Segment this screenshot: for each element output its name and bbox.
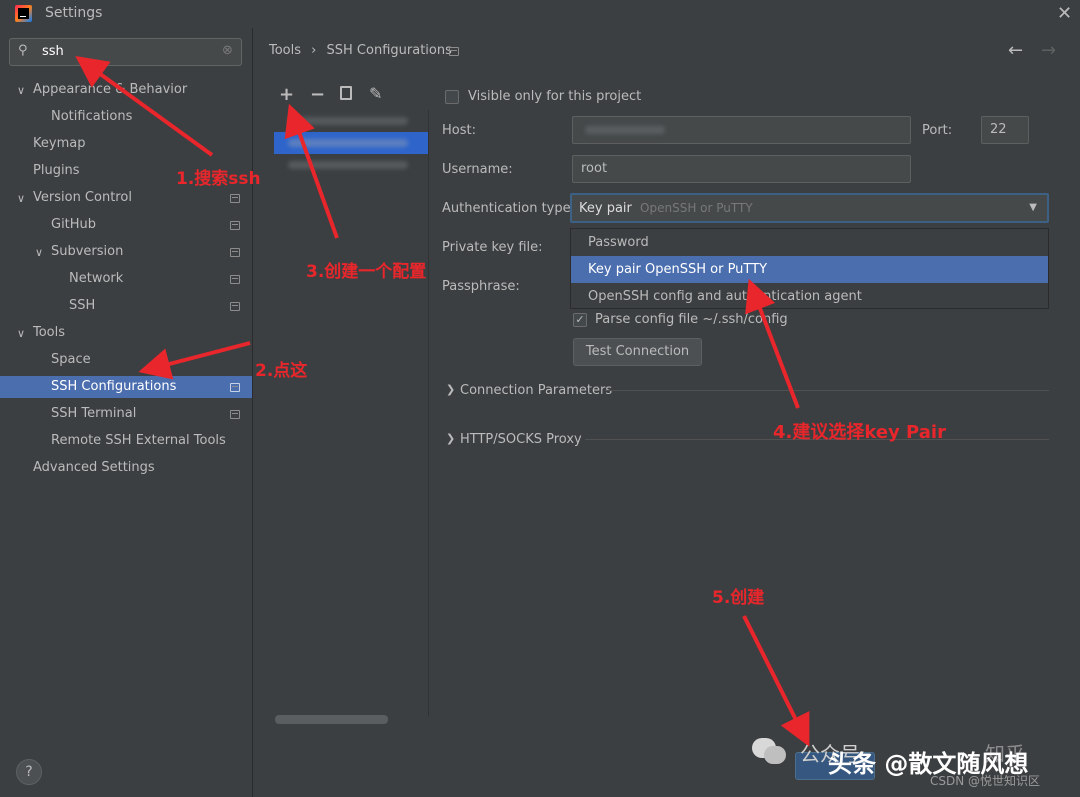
annotation-step-1: 1.搜索ssh <box>176 169 261 189</box>
annotation-arrow <box>742 615 810 747</box>
watermark-csdn: CSDN @悦世知识区 <box>930 774 1041 788</box>
annotation-arrow <box>745 278 800 409</box>
annotation-step-5: 5.创建 <box>712 588 765 608</box>
wechat-icon <box>752 738 786 764</box>
annotation-step-3: 3.创建一个配置 <box>306 262 427 282</box>
annotation-arrows <box>75 55 810 747</box>
annotation-step-2: 2.点这 <box>255 361 308 381</box>
annotation-step-4: 4.建议选择key Pair <box>773 422 946 443</box>
annotation-arrow <box>138 341 251 380</box>
annotation-arrow <box>284 103 339 239</box>
annotation-arrow <box>75 55 214 157</box>
